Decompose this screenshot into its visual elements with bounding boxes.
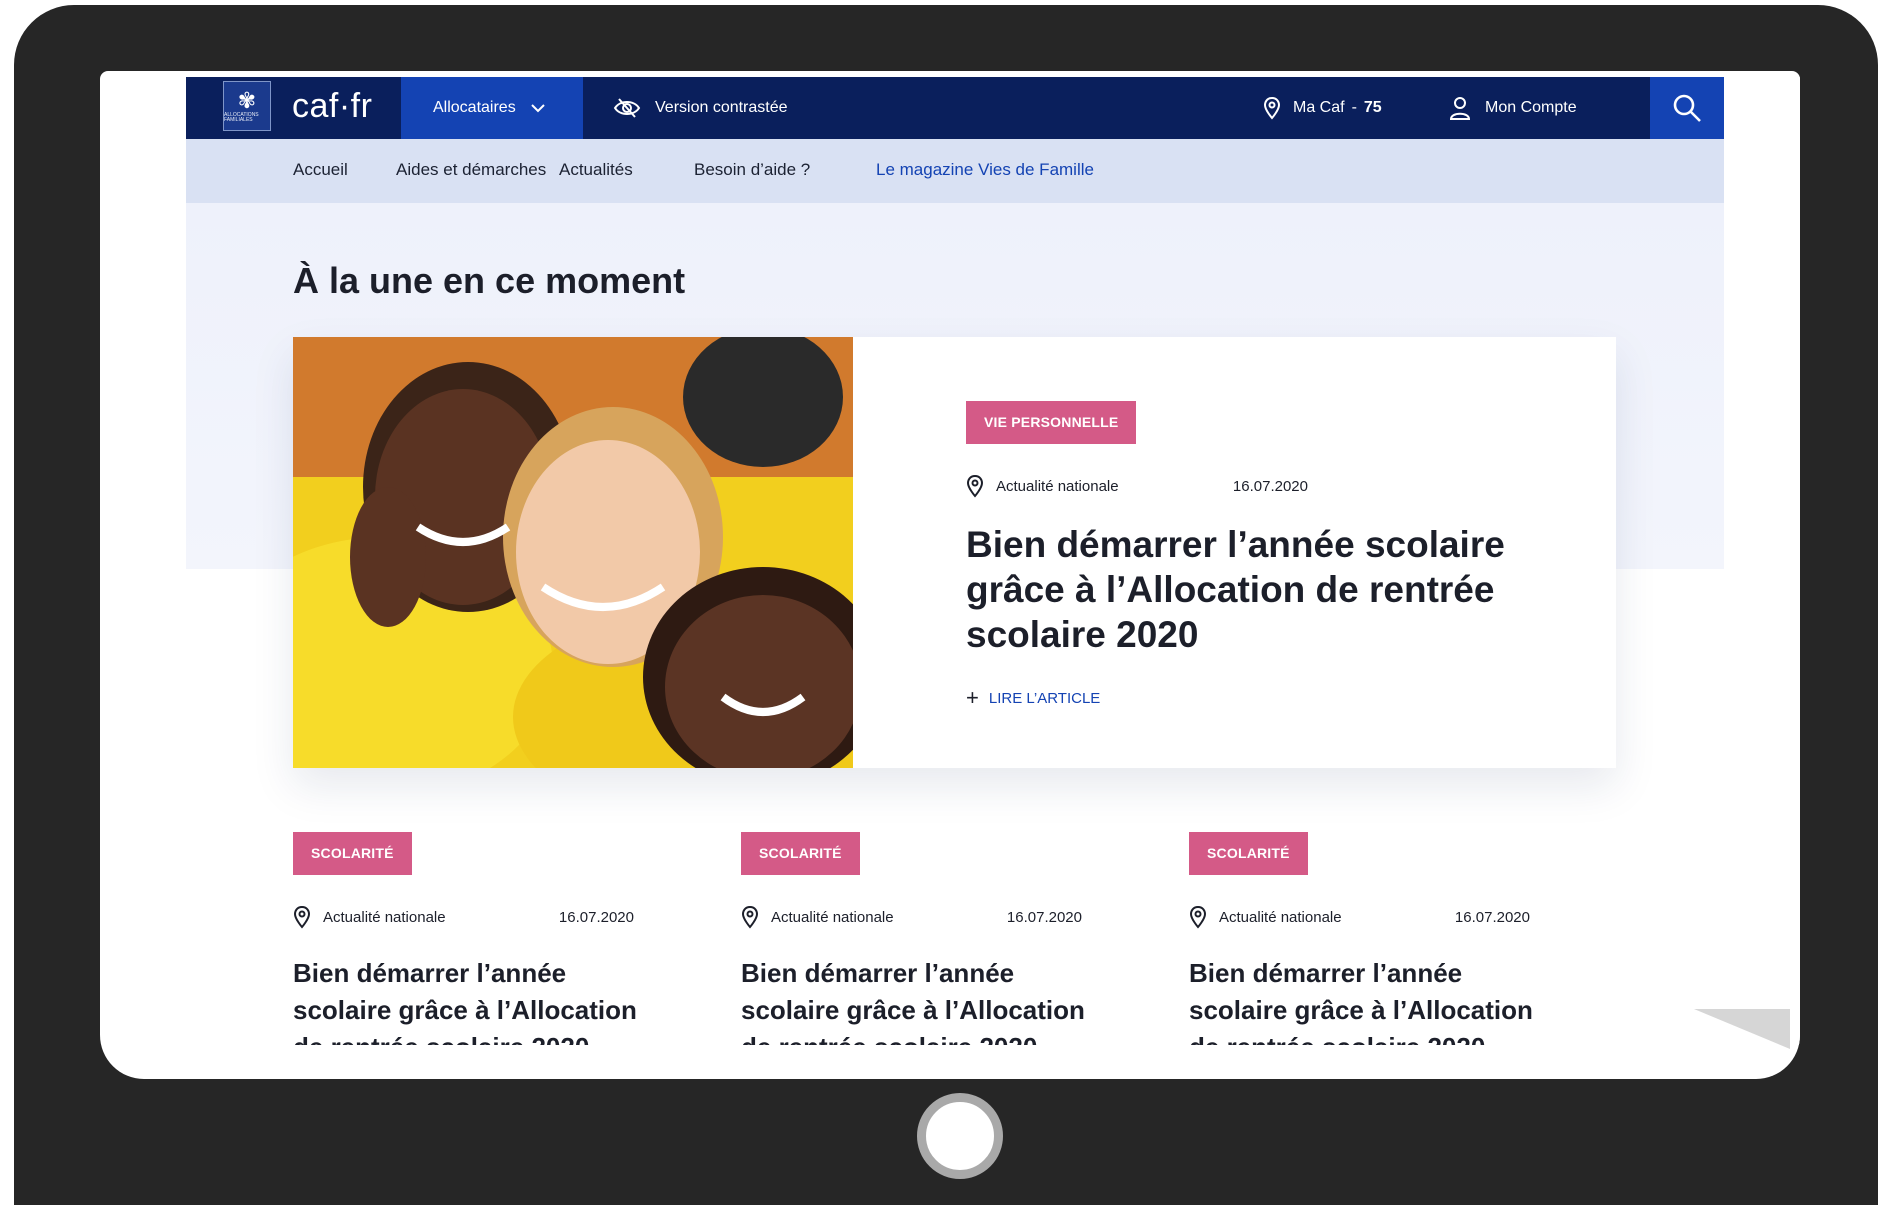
- plus-icon: +: [966, 685, 979, 710]
- caf-logo-icon[interactable]: ✾ ALLOCATIONS FAMILIALES: [223, 81, 271, 131]
- logo-caption: ALLOCATIONS FAMILIALES: [224, 112, 259, 123]
- map-pin-icon: [1263, 96, 1281, 120]
- read-article-label: LIRE L’ARTICLE: [988, 689, 1101, 707]
- featured-article-photo: [293, 337, 853, 768]
- allocataires-dropdown[interactable]: Allocataires: [401, 77, 583, 139]
- article-location: Actualité nationale: [771, 908, 894, 926]
- article-date: 16.07.2020: [1006, 908, 1082, 926]
- article-card[interactable]: SCOLARITÉ Actualité nationale 16.07.2020…: [293, 832, 653, 1045]
- article-meta: Actualité nationale 16.07.2020: [293, 905, 634, 929]
- article-card[interactable]: SCOLARITÉ Actualité nationale 16.07.2020…: [1189, 832, 1549, 1045]
- article-location: Actualité nationale: [323, 908, 446, 926]
- article-date: 16.07.2020: [1454, 908, 1530, 926]
- nav-actualites[interactable]: Actualités: [559, 160, 633, 180]
- brand-name[interactable]: caf·fr: [292, 87, 372, 126]
- search-button[interactable]: [1650, 77, 1724, 139]
- category-tag[interactable]: SCOLARITÉ: [1189, 832, 1308, 875]
- mon-compte-link[interactable]: Mon Compte: [1449, 77, 1577, 139]
- chevron-down-icon: [530, 104, 545, 113]
- map-pin-icon: [741, 905, 759, 929]
- article-meta: Actualité nationale 16.07.2020: [1189, 905, 1530, 929]
- article-title[interactable]: Bien démarrer l’année scolaire grâce à l…: [741, 955, 1101, 1045]
- nav-magazine[interactable]: Le magazine Vies de Famille: [876, 160, 1094, 180]
- article-cards: SCOLARITÉ Actualité nationale 16.07.2020…: [293, 832, 1693, 1045]
- article-card[interactable]: SCOLARITÉ Actualité nationale 16.07.2020…: [741, 832, 1101, 1045]
- article-title[interactable]: Bien démarrer l’année scolaire grâce à l…: [293, 955, 653, 1045]
- featured-article-body: VIE PERSONNELLE Actualité nationale 16.0…: [966, 401, 1526, 709]
- tablet-screen: ✾ ALLOCATIONS FAMILIALES caf·fr Allocata…: [100, 71, 1800, 1079]
- read-article-link[interactable]: + LIRE L’ARTICLE: [966, 687, 1526, 709]
- ma-caf-department: 75: [1363, 99, 1382, 116]
- eye-icon: [613, 98, 641, 118]
- mon-compte-label: Mon Compte: [1485, 99, 1577, 116]
- nav-besoin-aide[interactable]: Besoin d’aide ?: [694, 160, 810, 180]
- article-date: 16.07.2020: [1232, 477, 1308, 495]
- tablet-frame: ✾ ALLOCATIONS FAMILIALES caf·fr Allocata…: [14, 5, 1878, 1205]
- featured-article-title[interactable]: Bien démarrer l’année scolaire grâce à l…: [966, 522, 1526, 657]
- home-button-icon[interactable]: [917, 1093, 1003, 1179]
- ma-caf-label: Ma Caf: [1293, 99, 1345, 116]
- article-date: 16.07.2020: [558, 908, 634, 926]
- category-tag[interactable]: SCOLARITÉ: [293, 832, 412, 875]
- article-title[interactable]: Bien démarrer l’année scolaire grâce à l…: [1189, 955, 1549, 1045]
- caf-site: ✾ ALLOCATIONS FAMILIALES caf·fr Allocata…: [186, 77, 1724, 1045]
- article-location: Actualité nationale: [996, 477, 1119, 495]
- secondary-nav: Accueil Aides et démarches Actualités Be…: [186, 139, 1724, 203]
- article-meta: Actualité nationale 16.07.2020: [966, 474, 1308, 498]
- allocataires-label: Allocataires: [433, 99, 516, 116]
- nav-aides-demarches[interactable]: Aides et démarches: [396, 160, 546, 180]
- nav-accueil[interactable]: Accueil: [293, 160, 348, 180]
- article-meta: Actualité nationale 16.07.2020: [741, 905, 1082, 929]
- top-navbar: ✾ ALLOCATIONS FAMILIALES caf·fr Allocata…: [186, 77, 1724, 139]
- ma-caf-separator: -: [1351, 99, 1357, 116]
- contrast-label: Version contrastée: [655, 99, 788, 116]
- section-title: À la une en ce moment: [293, 260, 686, 301]
- ma-caf-link[interactable]: Ma Caf - 75: [1263, 77, 1382, 139]
- category-tag[interactable]: VIE PERSONNELLE: [966, 401, 1137, 444]
- children-photo-illustration: [293, 337, 853, 768]
- search-icon: [1673, 94, 1701, 122]
- map-pin-icon: [966, 474, 984, 498]
- map-pin-icon: [293, 905, 311, 929]
- featured-article-card[interactable]: VIE PERSONNELLE Actualité nationale 16.0…: [293, 337, 1616, 768]
- category-tag[interactable]: SCOLARITÉ: [741, 832, 860, 875]
- contrast-version-link[interactable]: Version contrastée: [613, 77, 788, 139]
- article-location: Actualité nationale: [1219, 908, 1342, 926]
- browser-viewport: ✾ ALLOCATIONS FAMILIALES caf·fr Allocata…: [106, 77, 1800, 1045]
- user-icon: [1449, 97, 1471, 120]
- map-pin-icon: [1189, 905, 1207, 929]
